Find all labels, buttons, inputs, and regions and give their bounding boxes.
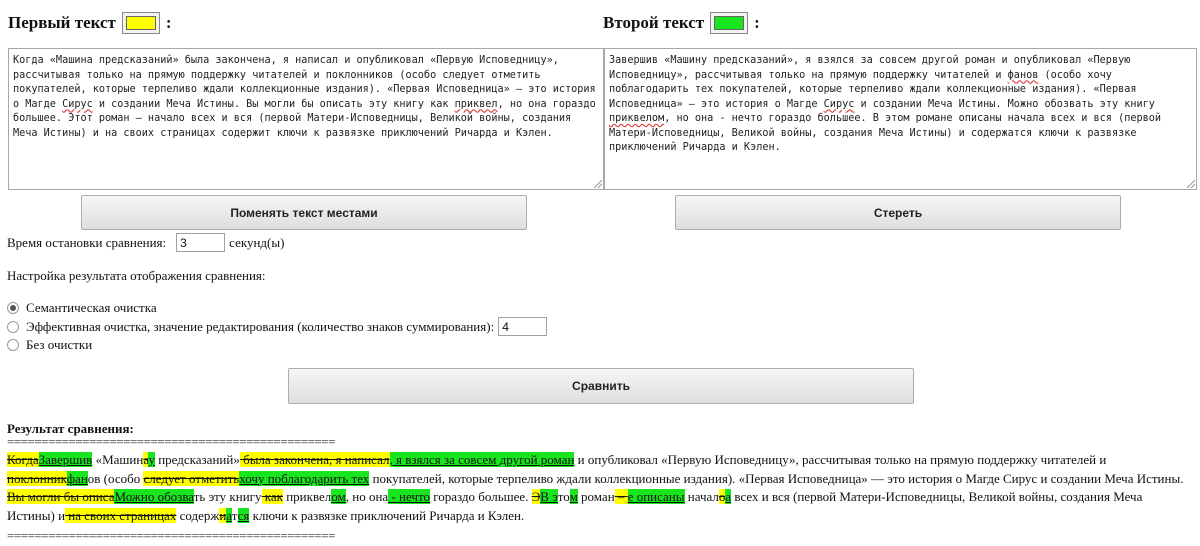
- option-semantic[interactable]: Семантическая очистка: [7, 300, 157, 316]
- text-segment: Сирус: [62, 98, 93, 110]
- text-segment: Сирус: [823, 98, 855, 110]
- diff-inserted: Можно обозва: [114, 489, 194, 504]
- diff-equal: гораздо большее.: [429, 489, 532, 504]
- diff-result: КогдаЗавершив «Машинау предсказаний» был…: [7, 451, 1193, 525]
- diff-equal: ть эту книгу: [193, 489, 262, 504]
- diff-inserted: м: [569, 489, 578, 504]
- second-text-color-picker[interactable]: [710, 12, 749, 34]
- diff-deleted: как: [261, 489, 283, 504]
- text-segment: и создании Меча Истины. Вы могли бы опис…: [92, 98, 455, 110]
- timeout-input[interactable]: 3: [176, 233, 226, 252]
- diff-deleted: Вы могли бы описа: [7, 489, 115, 504]
- first-text-title: Первый текст: [8, 13, 116, 32]
- text-segment: фанов: [1007, 69, 1039, 81]
- diff-equal: покупателей, которые терпеливо ждали кол…: [369, 470, 1184, 486]
- color-swatch: [714, 16, 745, 30]
- diff-equal: роман: [577, 489, 615, 504]
- diff-equal: и опубликовал «Первую Исповедницу», расс…: [574, 452, 1107, 467]
- timeout-row: Время остановки сравнения: 3 секунд(ы): [7, 233, 284, 252]
- diff-inserted: - нечто: [388, 489, 430, 504]
- radio-none[interactable]: [7, 339, 19, 351]
- option-none-label: Без очистки: [26, 337, 93, 352]
- diff-inserted: В э: [540, 489, 558, 504]
- diff-deleted: следует отметить: [143, 470, 240, 486]
- diff-deleted: Э: [531, 489, 541, 504]
- clear-button[interactable]: Стереть: [675, 195, 1121, 230]
- diff-equal: начал: [684, 489, 719, 504]
- diff-deleted: была закончена, я написал: [239, 452, 390, 467]
- text-segment: и создании Меча Истины. Можно обозвать э…: [854, 98, 1155, 110]
- first-text-header: Первый текст :: [8, 12, 172, 34]
- second-text-title: Второй текст: [603, 13, 705, 32]
- separator-top: ========================================…: [7, 434, 335, 449]
- diff-equal: «Машин: [92, 452, 144, 467]
- diff-inserted: , я взялся за совсем другой роман: [389, 452, 575, 467]
- second-text-input[interactable]: Завершив «Машину предсказаний», я взялся…: [604, 48, 1197, 190]
- diff-equal: , но она: [345, 489, 389, 504]
- separator-bottom: ========================================…: [7, 528, 335, 543]
- diff-inserted: фан: [66, 470, 88, 486]
- swap-texts-button[interactable]: Поменять текст местами: [81, 195, 527, 230]
- diff-deleted: –: [614, 489, 628, 504]
- diff-inserted: ся: [237, 507, 250, 523]
- timeout-unit: секунд(ы): [229, 234, 285, 250]
- diff-inserted: хочу поблагодарить тех: [239, 470, 370, 486]
- option-none[interactable]: Без очистки: [7, 337, 92, 353]
- diff-equal: содерж: [176, 507, 220, 523]
- resize-handle-icon[interactable]: [1187, 180, 1195, 188]
- second-text-colon: :: [754, 13, 760, 32]
- diff-deleted: поклонник: [7, 470, 67, 486]
- resize-handle-icon[interactable]: [594, 180, 602, 188]
- color-swatch: [125, 16, 156, 30]
- text-segment: приквел: [454, 98, 498, 110]
- first-text-color-picker[interactable]: [121, 12, 160, 34]
- diff-inserted: Завершив: [38, 452, 93, 467]
- option-efficient[interactable]: Эффективная очистка, значение редактиров…: [7, 317, 548, 336]
- option-efficient-label: Эффективная очистка, значение редактиров…: [26, 318, 495, 334]
- diff-equal: т: [231, 507, 238, 523]
- compare-button[interactable]: Сравнить: [288, 368, 914, 404]
- radio-semantic[interactable]: [7, 302, 19, 314]
- text-segment: приквелом: [609, 113, 665, 124]
- diff-deleted: Когда: [7, 452, 39, 467]
- option-semantic-label: Семантическая очистка: [26, 300, 157, 315]
- text-segment: , но она - нечто гораздо большее. В этом…: [609, 113, 1162, 153]
- first-text-colon: :: [165, 13, 172, 32]
- radio-efficient[interactable]: [7, 320, 19, 333]
- first-text-input[interactable]: Когда «Машина предсказаний» была законче…: [8, 48, 604, 190]
- diff-equal: приквел: [282, 489, 332, 504]
- diff-inserted: ом: [331, 489, 346, 504]
- settings-label: Настройка результата отображения сравнен…: [7, 268, 266, 283]
- diff-equal: ключи к развязке приключений Ричарда и К…: [249, 507, 525, 523]
- second-text-header: Второй текст :: [603, 12, 760, 34]
- diff-equal: предсказаний»: [154, 452, 240, 467]
- diff-deleted: на своих страницах: [65, 507, 177, 523]
- timeout-label: Время остановки сравнения:: [7, 234, 167, 250]
- edit-cost-input[interactable]: 4: [498, 317, 548, 336]
- diff-equal: ов (особо: [87, 470, 144, 486]
- diff-inserted: е описаны: [627, 489, 685, 504]
- diff-equal: то: [557, 489, 570, 504]
